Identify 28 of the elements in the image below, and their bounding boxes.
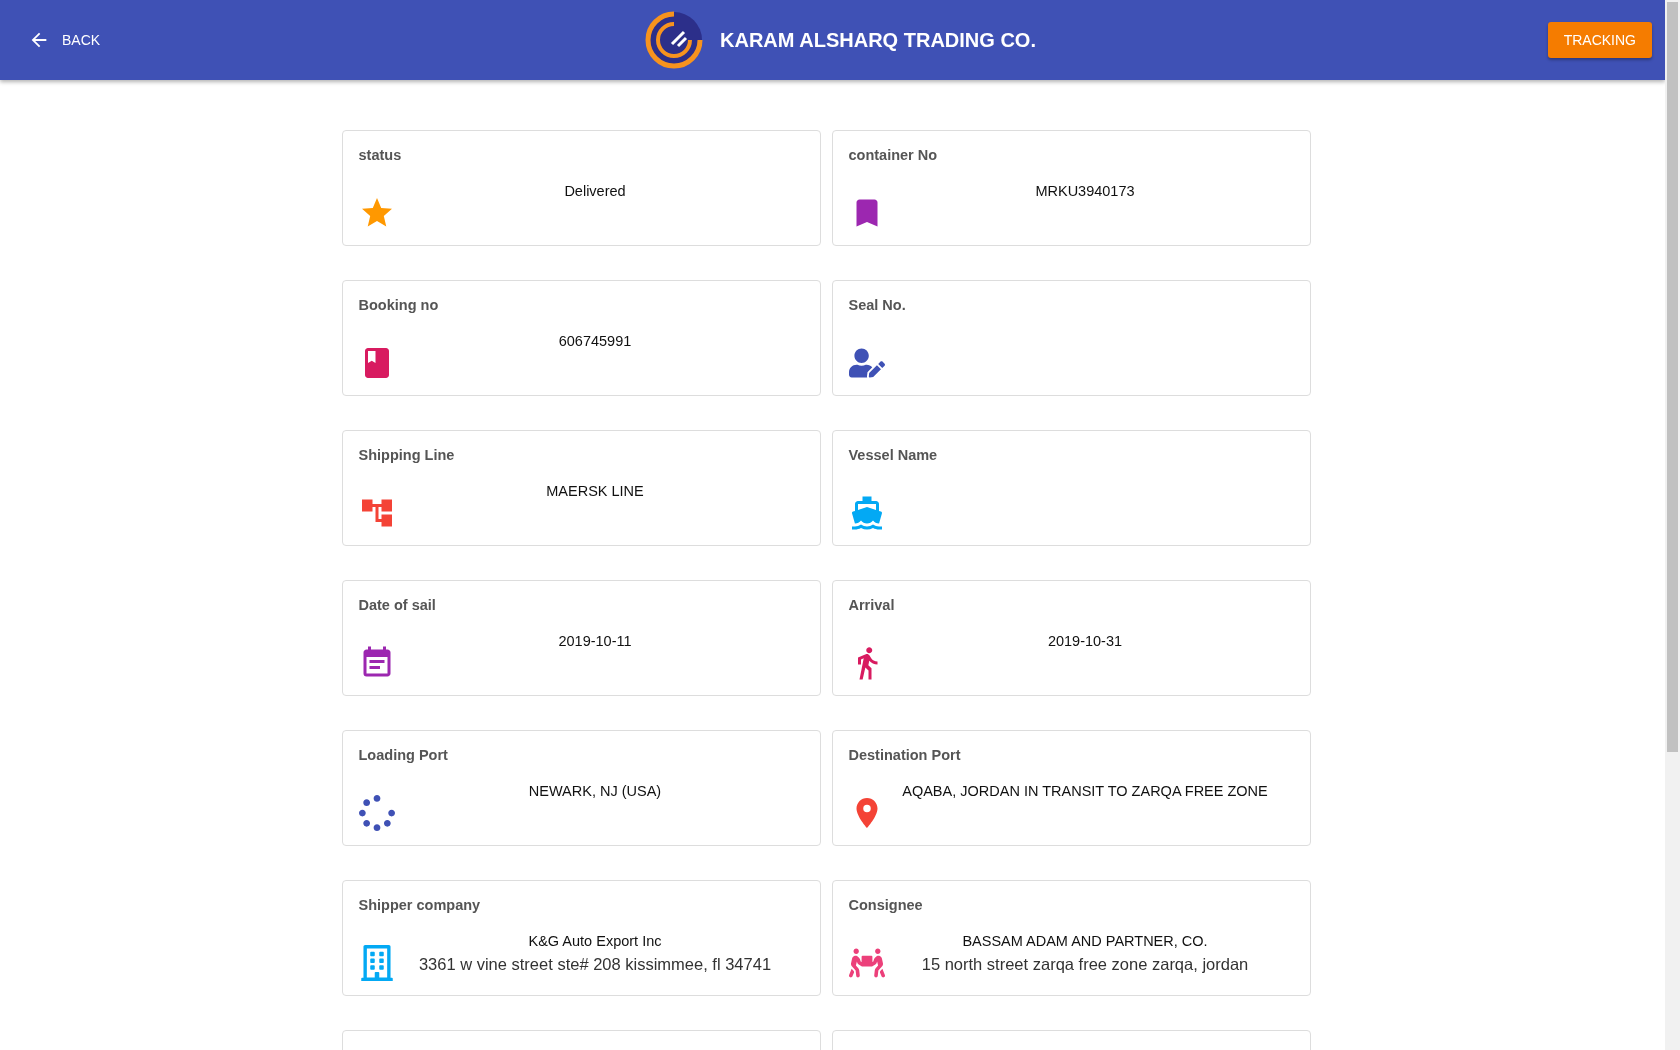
- field-label: Date of sail: [358, 597, 436, 613]
- field-value: MAERSK LINE: [546, 483, 644, 499]
- field-value: K&G Auto Export Inc: [528, 933, 662, 949]
- field-value: AQABA, JORDAN IN TRANSIT TO ZARQA FREE ZONE: [902, 783, 1268, 799]
- field-label: Consignee: [848, 897, 923, 913]
- field-value: Delivered: [564, 183, 626, 199]
- field-value: BASSAM ADAM AND PARTNER, CO.: [962, 933, 1208, 949]
- field-value: 2019-10-11: [558, 633, 632, 649]
- field-label: Seal No.: [848, 297, 906, 313]
- field-label: Arrival: [848, 597, 895, 613]
- address-text: 3361 w vine street ste# 208 kissimmee, fl 34741: [418, 955, 772, 974]
- field-value: 606745991: [558, 333, 632, 349]
- field-value: 2019-10-31: [1047, 633, 1123, 649]
- field-label: Vessel Name: [848, 447, 938, 463]
- scrollbar[interactable]: [1665, 0, 1680, 1050]
- field-label: Booking no: [358, 297, 439, 313]
- field-label: Shipper company: [358, 897, 481, 913]
- field-label: status: [358, 147, 402, 163]
- company-logo: [644, 10, 705, 70]
- field-value: MRKU3940173: [1035, 183, 1135, 199]
- field-label: container No: [848, 147, 938, 163]
- field-label: Loading Port: [358, 747, 448, 763]
- address-text: 15 north street zarqa free zone zarqa, jordan: [921, 955, 1249, 974]
- back-button[interactable]: BACK: [28, 25, 101, 55]
- company-name: KARAM ALSHARQ TRADING CO.: [720, 28, 1036, 52]
- field-label: Destination Port: [848, 747, 961, 763]
- field-label: Shipping Line: [358, 447, 455, 463]
- field-value: NEWARK, NJ (USA): [528, 783, 662, 799]
